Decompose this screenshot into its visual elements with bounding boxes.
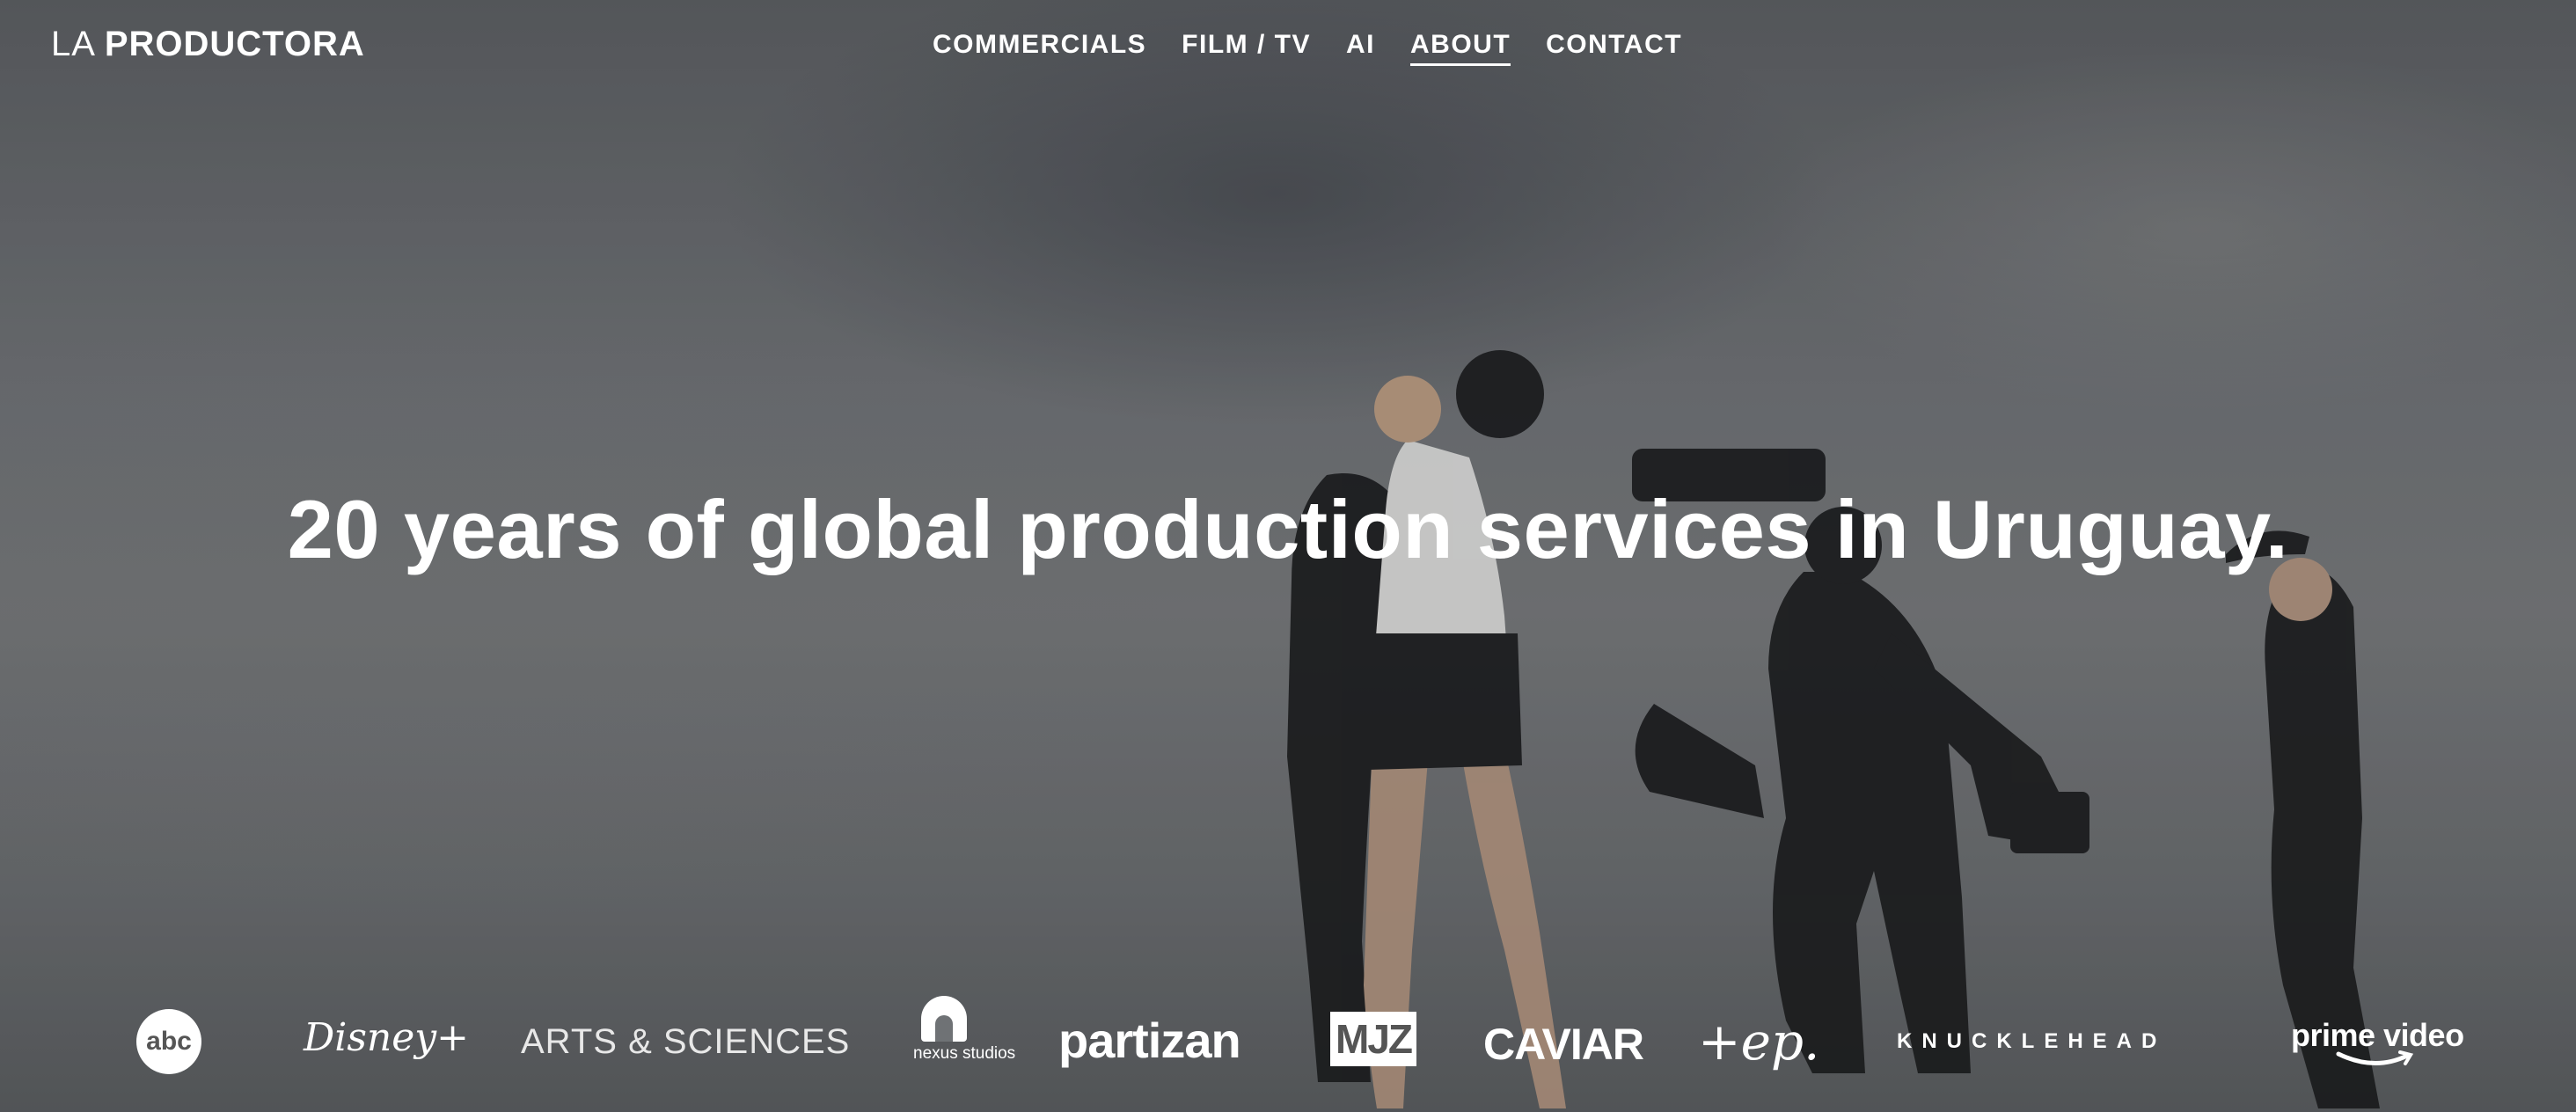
nav-about[interactable]: ABOUT — [1409, 30, 1511, 66]
nexus-studios-logo: nexus studios — [913, 996, 1016, 1063]
prime-video-logo: prime video — [2291, 1017, 2464, 1070]
partizan-logo: partizan — [1058, 1013, 1241, 1068]
hero-headline: 20 years of global production services i… — [287, 483, 2289, 575]
site-logo[interactable]: LA PRODUCTORA — [51, 25, 365, 64]
knucklehead-logo: KNUCKLEHEAD — [1897, 1029, 2167, 1053]
logo-text-bold: PRODUCTORA — [104, 25, 365, 63]
nav-commercials[interactable]: COMMERCIALS — [933, 30, 1146, 66]
logo-text-light: LA — [51, 25, 105, 63]
disney-plus-logo: Disney+ — [304, 1015, 470, 1060]
client-logos-strip: abc Disney+ ARTS & SCIENCES nexus studio… — [0, 985, 2576, 1091]
caviar-logo: CAVIAR — [1483, 1020, 1644, 1069]
nav-ai[interactable]: AI — [1346, 30, 1375, 66]
main-nav: COMMERCIALS FILM / TV AI ABOUT CONTACT — [933, 30, 1682, 66]
ep-logo: +ep. — [1698, 1012, 1820, 1072]
nexus-mark-icon — [921, 996, 967, 1042]
nav-film-tv[interactable]: FILM / TV — [1182, 30, 1311, 66]
nav-contact[interactable]: CONTACT — [1546, 30, 1682, 66]
arts-and-sciences-logo: ARTS & SCIENCES — [521, 1022, 851, 1061]
nexus-logo-text: nexus studios — [913, 1044, 1016, 1063]
abc-logo: abc — [136, 1009, 201, 1074]
mjz-logo: MJZ — [1330, 1012, 1416, 1066]
prime-video-text: prime video — [2291, 1017, 2464, 1053]
